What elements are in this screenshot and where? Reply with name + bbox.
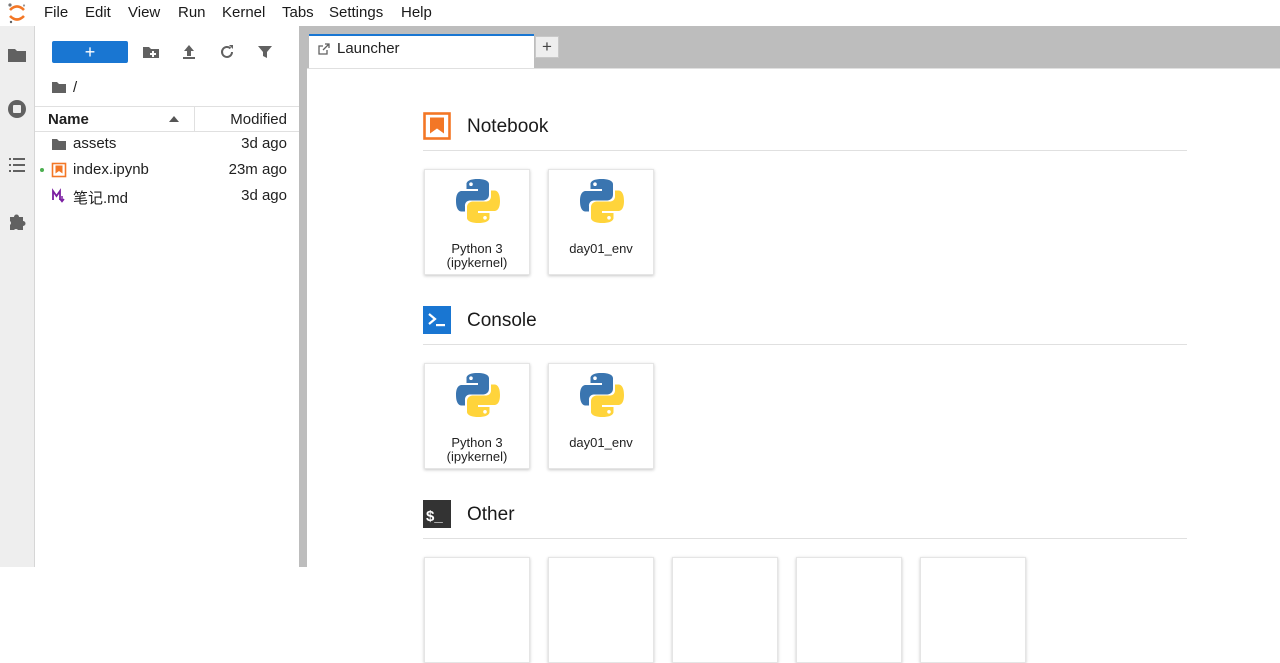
modified-column-header[interactable]: Modified — [230, 111, 287, 128]
card-other[interactable] — [548, 557, 654, 663]
file-modified: 3d ago — [241, 135, 287, 152]
name-column-header[interactable]: Name — [48, 111, 89, 128]
running-indicator — [40, 168, 44, 172]
menu-help[interactable]: Help — [401, 4, 432, 21]
svg-text:$_: $_ — [426, 508, 443, 525]
card-notebook-python3[interactable]: Python 3 (ipykernel) — [424, 169, 530, 275]
terminal-icon: $_ — [423, 500, 451, 528]
add-tab-button[interactable]: + — [535, 36, 559, 58]
tab-label: Launcher — [337, 40, 400, 57]
notebook-icon — [423, 112, 451, 140]
card-notebook-day01-env[interactable]: day01_env — [548, 169, 654, 275]
filter-icon[interactable] — [255, 42, 275, 62]
menu-file[interactable]: File — [44, 4, 68, 21]
section-divider — [423, 344, 1187, 345]
section-title-console: Console — [467, 310, 537, 331]
menu-view[interactable]: View — [128, 4, 160, 21]
python-icon — [580, 373, 624, 417]
menu-run[interactable]: Run — [178, 4, 206, 21]
sort-ascending-icon — [169, 116, 179, 122]
extension-manager-icon[interactable] — [6, 210, 28, 232]
console-icon — [423, 306, 451, 334]
breadcrumb: / — [51, 78, 77, 96]
file-modified: 23m ago — [228, 161, 287, 178]
file-name: index.ipynb — [73, 161, 149, 178]
new-folder-icon[interactable] — [141, 42, 161, 62]
launcher-icon — [318, 43, 330, 55]
python-icon — [456, 179, 500, 223]
section-divider — [423, 150, 1187, 151]
file-list-header: Name Modified — [35, 106, 299, 132]
folder-icon — [52, 139, 66, 150]
upload-icon[interactable] — [179, 42, 199, 62]
card-other[interactable] — [672, 557, 778, 663]
column-divider[interactable] — [194, 107, 195, 131]
tab-launcher[interactable]: Launcher — [309, 34, 534, 68]
menu-edit[interactable]: Edit — [85, 4, 111, 21]
notebook-icon — [51, 162, 67, 178]
section-divider — [423, 538, 1187, 539]
card-other[interactable] — [424, 557, 530, 663]
card-label: Python 3 — [451, 241, 503, 256]
folder-icon[interactable] — [6, 44, 28, 66]
file-modified: 3d ago — [241, 187, 287, 204]
running-sessions-icon[interactable] — [6, 98, 28, 120]
card-other[interactable] — [920, 557, 1026, 663]
card-sublabel: (ipykernel) — [446, 449, 508, 464]
card-label: day01_env — [569, 241, 633, 256]
panel-splitter[interactable] — [299, 26, 307, 567]
file-row-assets[interactable]: assets 3d ago — [35, 131, 299, 157]
file-row-index-ipynb[interactable]: index.ipynb 23m ago — [35, 157, 299, 183]
markdown-icon — [52, 188, 65, 203]
refresh-icon[interactable] — [217, 42, 237, 62]
python-icon — [580, 179, 624, 223]
jupyter-logo-icon[interactable] — [6, 2, 28, 24]
card-console-python3[interactable]: Python 3 (ipykernel) — [424, 363, 530, 469]
menu-bar: File Edit View Run Kernel Tabs Settings … — [0, 0, 1280, 26]
card-other[interactable] — [796, 557, 902, 663]
new-launcher-button[interactable]: + — [52, 41, 128, 63]
section-title-notebook: Notebook — [467, 116, 549, 137]
card-sublabel: (ipykernel) — [446, 255, 508, 270]
card-label: Python 3 — [451, 435, 503, 450]
file-name: assets — [73, 135, 117, 152]
launcher-panel: Notebook Python 3 (ipykernel) day01_env … — [307, 69, 1280, 663]
file-browser: + / Name Modified assets 3d ago index.ip… — [35, 26, 299, 567]
activity-bar — [0, 26, 35, 567]
section-title-other: Other — [467, 504, 515, 525]
python-icon — [456, 373, 500, 417]
menu-tabs[interactable]: Tabs — [282, 4, 314, 21]
table-of-contents-icon[interactable] — [6, 154, 28, 176]
card-label: day01_env — [569, 435, 633, 450]
home-folder-icon[interactable] — [51, 80, 67, 94]
breadcrumb-path[interactable]: / — [73, 79, 77, 96]
tab-bar: Launcher + — [307, 26, 1280, 68]
menu-kernel[interactable]: Kernel — [222, 4, 265, 21]
menu-settings[interactable]: Settings — [329, 4, 383, 21]
file-row-notes-md[interactable]: 笔记.md 3d ago — [35, 183, 299, 209]
file-name: 笔记.md — [73, 190, 129, 207]
card-console-day01-env[interactable]: day01_env — [548, 363, 654, 469]
